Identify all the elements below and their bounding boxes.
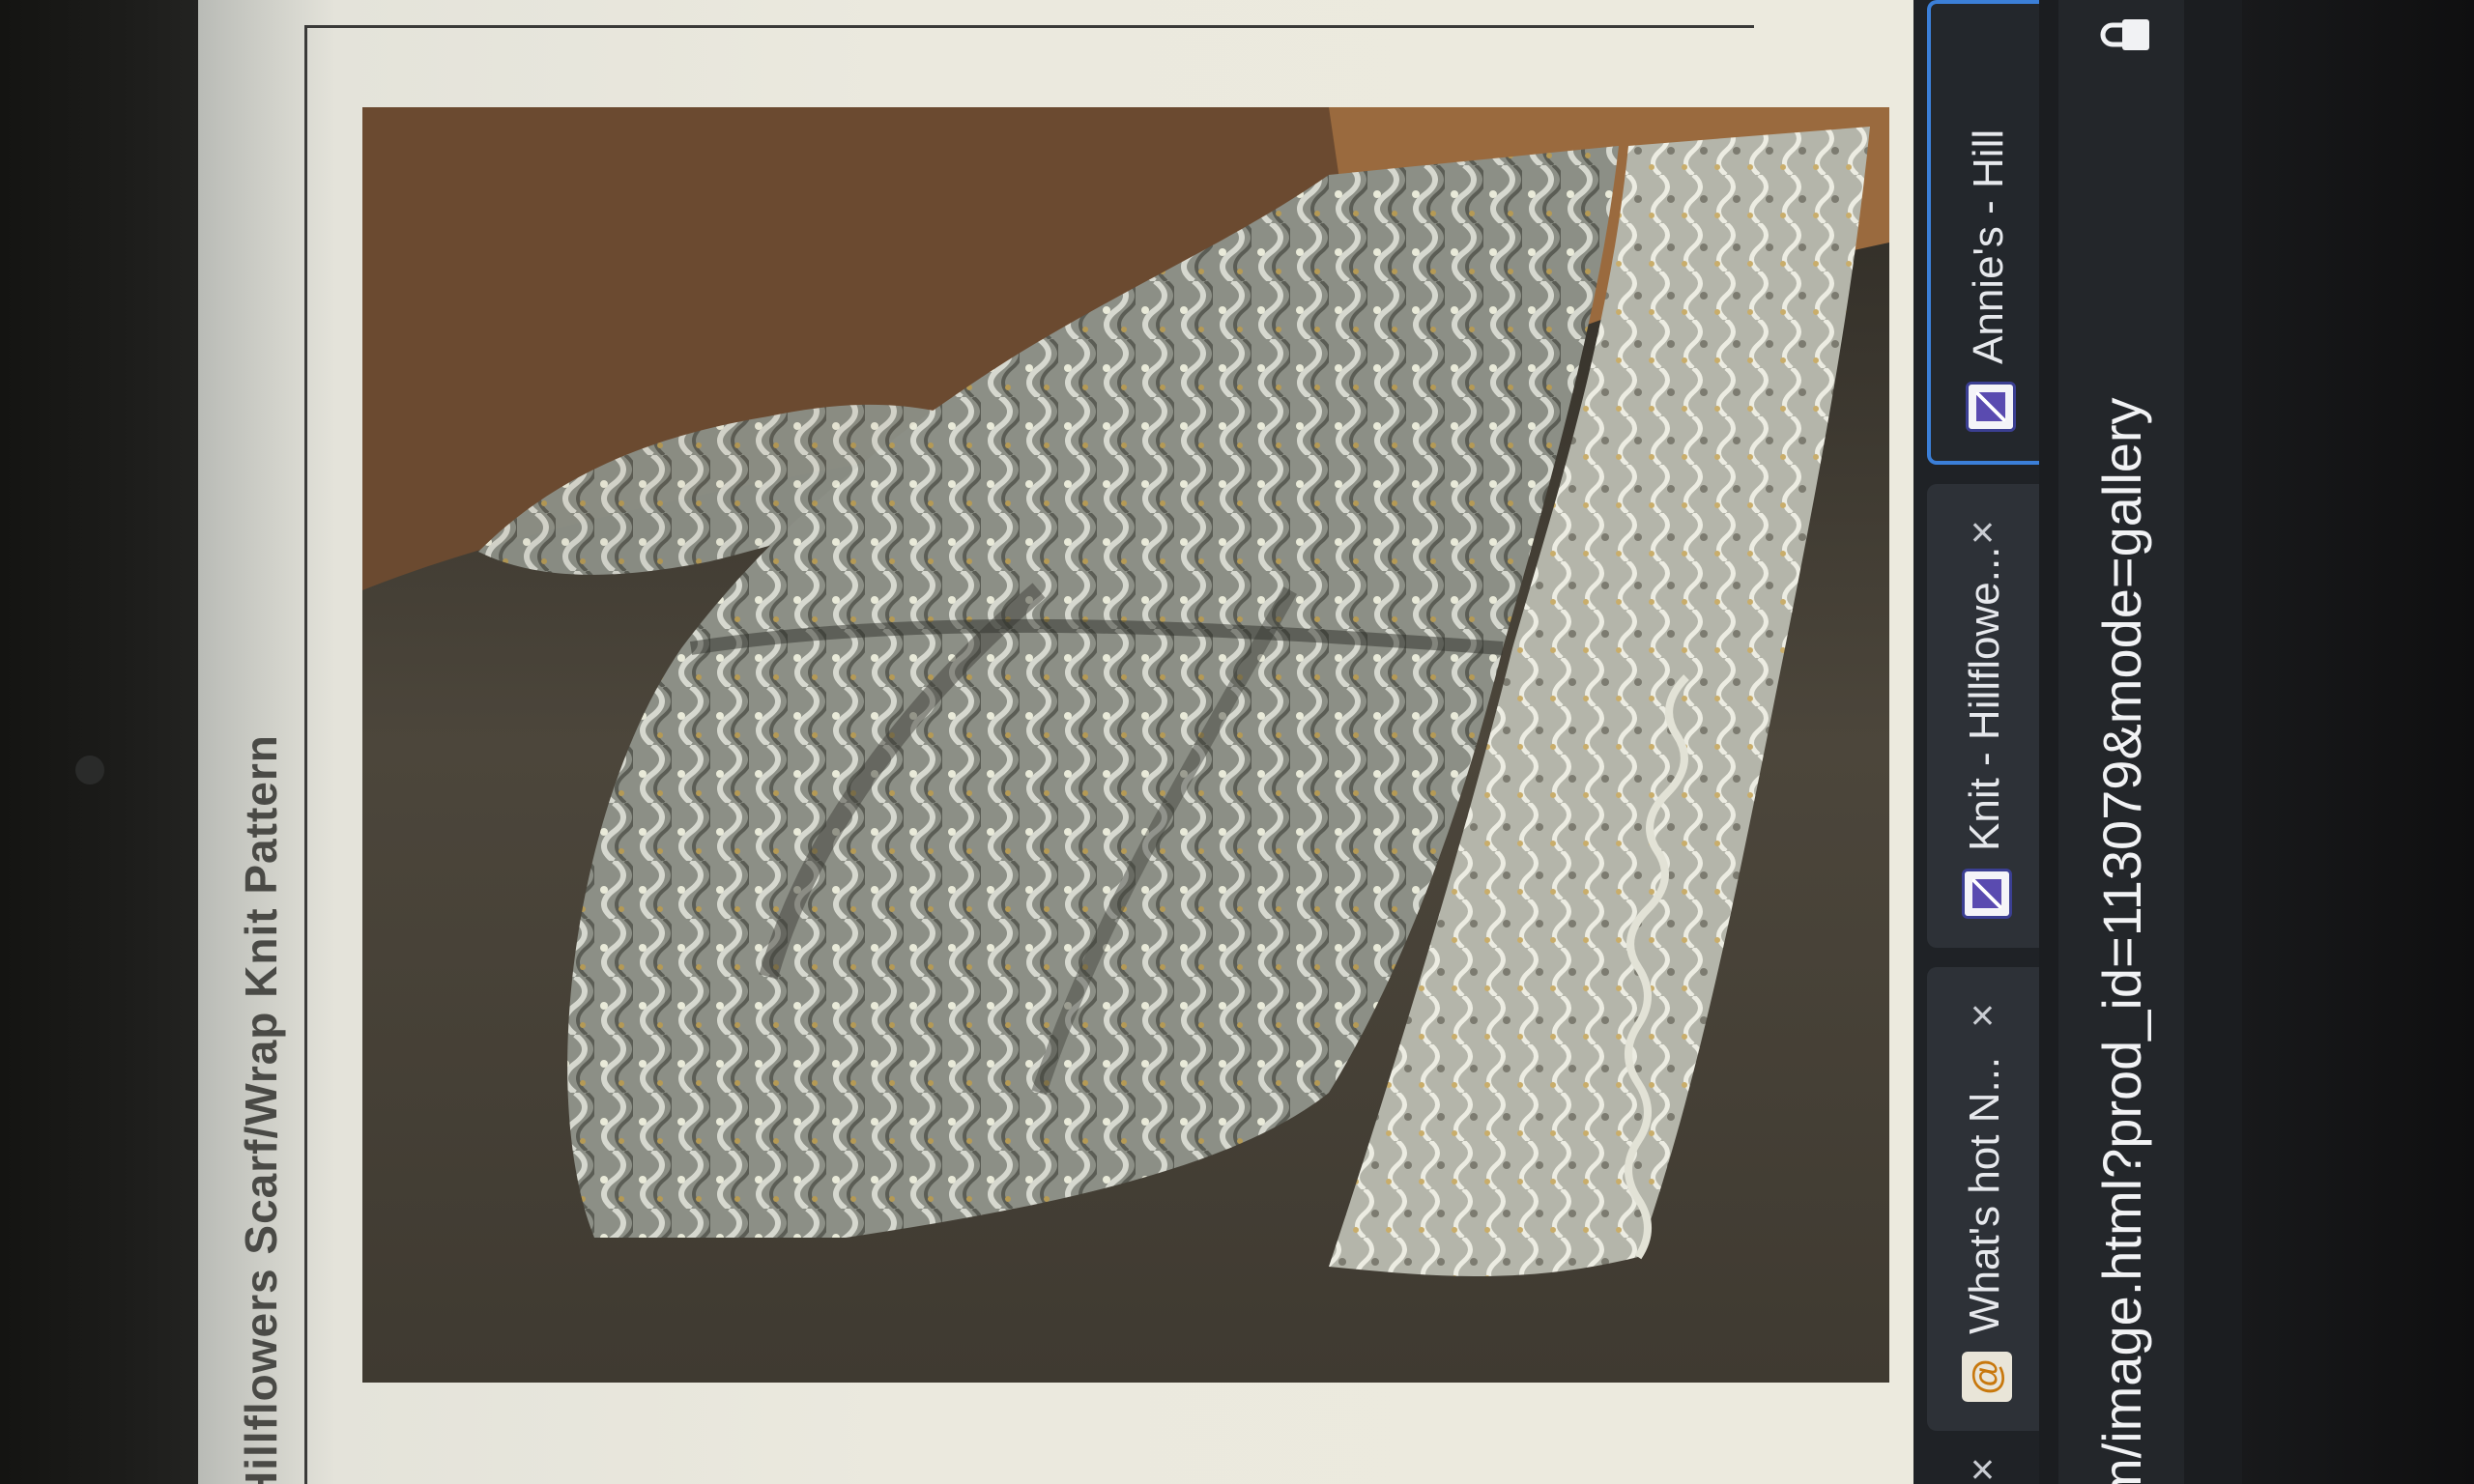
tab-close-button[interactable]: × xyxy=(1954,1445,2012,1484)
close-icon[interactable]: × xyxy=(1954,508,2012,556)
tab-annies-hillflowers[interactable]: Annie's - Hill xyxy=(1927,0,2039,465)
knit-lace-scarf-photo xyxy=(362,107,1889,1383)
tab-label: What's hot N... xyxy=(1961,1056,2008,1334)
device-screen: Hillflowers Scarf/Wrap Knit Pattern × @ … xyxy=(198,0,2242,1484)
tab-label: Annie's - Hill xyxy=(1965,128,2012,364)
browser-address-bar: m/image.html?prod_id=113079&mode=gallery xyxy=(2039,0,2242,1484)
annies-icon xyxy=(1962,869,2012,919)
tab-label: Knit - Hillflowe... xyxy=(1961,546,2008,851)
url-text: m/image.html?prod_id=113079&mode=gallery xyxy=(2091,397,2152,1484)
close-icon[interactable]: × xyxy=(1954,991,2012,1040)
mail-icon xyxy=(1962,1352,2012,1402)
annies-icon xyxy=(1966,382,2016,432)
lock-icon xyxy=(2100,19,2149,50)
browser-tabstrip: × What's hot N... × Knit - Hillflowe... … xyxy=(1913,0,2039,1484)
tab-whats-hot[interactable]: What's hot N... × xyxy=(1927,967,2039,1431)
device-bezel-right xyxy=(2242,0,2474,1484)
url-field[interactable]: m/image.html?prod_id=113079&mode=gallery xyxy=(2058,0,2184,1484)
product-title: Hillflowers Scarf/Wrap Knit Pattern xyxy=(236,734,286,1484)
tab-knit-hillflowers[interactable]: Knit - Hillflowe... × xyxy=(1927,484,2039,948)
web-page: Hillflowers Scarf/Wrap Knit Pattern xyxy=(198,0,1913,1484)
camera-icon xyxy=(75,756,104,785)
browser-viewport: Hillflowers Scarf/Wrap Knit Pattern × @ … xyxy=(198,0,2242,1484)
device-bezel-left xyxy=(0,0,198,1484)
product-photo[interactable] xyxy=(362,107,1889,1383)
